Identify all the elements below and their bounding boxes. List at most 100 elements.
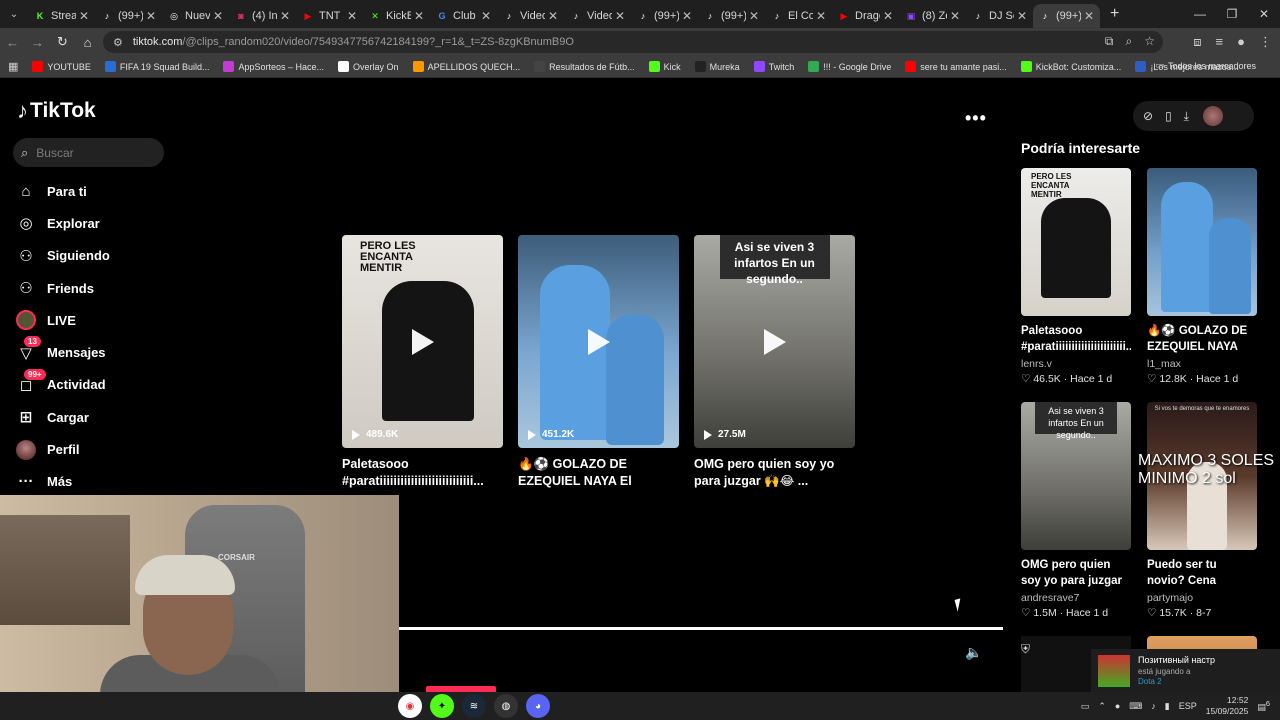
back-button[interactable]: ← — [0, 35, 25, 50]
search-input[interactable]: ⌕ Buscar — [13, 138, 164, 167]
recommended-thumbnail[interactable]: Asi se viven 3 infartos En un segundo.. — [1021, 402, 1131, 550]
more-options-icon[interactable]: ••• — [965, 108, 987, 129]
video-caption[interactable]: Paletasooo #paratiiiiiiiiiiiiiiiiiiiiiii… — [342, 456, 503, 490]
sidebar-item-profile[interactable]: Perfil — [16, 433, 176, 465]
recommended-caption[interactable]: OMG pero quien soy yo para juzgar 🙌... — [1021, 557, 1131, 589]
browser-tab[interactable]: ✕ KickB ✕ — [363, 4, 430, 28]
recommended-author[interactable]: andresrave7 — [1021, 592, 1131, 604]
tab-close-icon[interactable]: ✕ — [79, 9, 89, 23]
tab-close-icon[interactable]: ✕ — [146, 9, 156, 23]
notification-center-icon[interactable]: ▤6 — [1257, 699, 1270, 713]
bookmark-item[interactable]: AppSorteos – Hace... — [223, 61, 324, 72]
recommended-author[interactable]: partymajo — [1147, 592, 1257, 604]
reload-button[interactable]: ↻ — [50, 34, 75, 50]
bookmark-item[interactable]: Resultados de Fútb... — [534, 61, 635, 72]
recommended-caption[interactable]: 🔥⚽ GOLAZO DE EZEQUIEL NAYA El... — [1147, 323, 1257, 355]
recommended-video-1[interactable]: PERO LES ENCANTA MENTIR Paletasooo #para… — [1021, 168, 1131, 385]
sidebar-item-activity[interactable]: ◻ 99+ Actividad — [16, 368, 176, 401]
bookmark-item[interactable]: KickBot: Customiza... — [1020, 61, 1121, 72]
bookmark-item[interactable]: Overlay On — [338, 61, 399, 72]
browser-tab[interactable]: ♪ (99+) ✕ — [631, 4, 698, 28]
download-icon[interactable]: ⤓ — [1184, 109, 1189, 124]
profile-icon[interactable]: ● — [1237, 34, 1245, 50]
recommended-video-2[interactable]: 🔥⚽ GOLAZO DE EZEQUIEL NAYA El... l1_max … — [1147, 168, 1257, 385]
apps-grid-icon[interactable]: ▦ — [8, 60, 18, 73]
tab-close-icon[interactable]: ✕ — [414, 9, 424, 23]
network-icon[interactable]: ⌨ — [1129, 701, 1142, 712]
sidebar-item-upload[interactable]: ⊞ Cargar — [16, 401, 176, 433]
browser-tab[interactable]: ♪ Video ✕ — [564, 4, 631, 28]
tab-search-button[interactable]: ⌄ — [0, 0, 28, 28]
obs-taskbar-icon[interactable]: ◍ — [494, 694, 518, 718]
recommended-thumbnail[interactable] — [1147, 168, 1257, 316]
browser-tab[interactable]: K Stream✕ — [28, 4, 95, 28]
bookmark-item[interactable]: Kick — [648, 61, 681, 72]
chrome-taskbar-icon[interactable]: ◉ — [398, 694, 422, 718]
video-progress-bar[interactable] — [399, 627, 1003, 630]
tab-close-icon[interactable]: ✕ — [1084, 9, 1094, 23]
recommended-caption[interactable]: Puedo ser tu novio? Cena romántica 😍... — [1147, 557, 1257, 589]
user-avatar[interactable] — [1202, 106, 1223, 126]
bookmark-item[interactable]: !!! - Google Drive — [808, 61, 891, 72]
sidebar-item-home[interactable]: ⌂ Para ti — [16, 175, 176, 207]
video-card-1[interactable]: PERO LES ENCANTA MENTIR 489.6K Paletasoo… — [342, 235, 503, 490]
clock[interactable]: 12:52 15/09/2025 — [1206, 695, 1249, 717]
tab-close-icon[interactable]: ✕ — [682, 9, 692, 23]
tab-close-icon[interactable]: ✕ — [213, 9, 223, 23]
tab-close-icon[interactable]: ✕ — [749, 9, 759, 23]
browser-tab[interactable]: ♪ El Cor✕ — [765, 4, 832, 28]
bookmark-item[interactable]: YOUTUBE — [32, 61, 91, 72]
tab-close-icon[interactable]: ✕ — [883, 9, 893, 23]
bookmark-item[interactable]: Mureka — [694, 61, 740, 72]
forward-button[interactable]: → — [25, 35, 50, 50]
menu-icon[interactable]: ⋮ — [1259, 34, 1272, 50]
site-info-icon[interactable]: ⚙ — [113, 36, 123, 49]
browser-tab[interactable]: G Club L✕ — [430, 4, 497, 28]
sidebar-item-compass[interactable]: ◎ Explorar — [16, 207, 176, 239]
tab-close-icon[interactable]: ✕ — [1017, 9, 1027, 23]
sidebar-item-more[interactable]: ··· Más — [16, 466, 176, 498]
new-tab-button[interactable]: + — [1110, 5, 1119, 23]
extensions-icon[interactable]: ⧈ — [1193, 34, 1201, 50]
video-thumbnail[interactable]: PERO LES ENCANTA MENTIR 489.6K — [342, 235, 503, 448]
phone-icon[interactable]: ▯ — [1165, 109, 1172, 123]
install-app-icon[interactable]: ⧉ — [1105, 34, 1114, 49]
browser-tab[interactable]: ♪ (99+) ✕ — [95, 4, 162, 28]
tab-close-icon[interactable]: ✕ — [816, 9, 826, 23]
video-thumbnail[interactable]: 451.2K — [518, 235, 679, 448]
browser-tab[interactable]: ◎ Nueva✕ — [162, 4, 229, 28]
video-caption[interactable]: 🔥⚽ GOLAZO DE EZEQUIEL NAYA El delantero … — [518, 456, 679, 490]
browser-tab[interactable]: ♪ (99+) ✕ — [1033, 4, 1100, 28]
sidebar-item-messages[interactable]: ▽ 13 Mensajes — [16, 336, 176, 368]
video-thumbnail[interactable]: Asi se viven 3 infartos En un segundo.. … — [694, 235, 855, 448]
restore-button[interactable]: ❐ — [1216, 0, 1248, 28]
bookmark-item[interactable]: FIFA 19 Squad Build... — [104, 61, 209, 72]
sidebar-item-live[interactable]: LIVE — [16, 304, 176, 336]
steam-taskbar-icon[interactable]: ≋ — [462, 694, 486, 718]
recommended-author[interactable]: lenrs.v — [1021, 358, 1131, 370]
tray-icon[interactable]: ▭ — [1081, 701, 1090, 712]
zoom-icon[interactable]: ⌕ — [1126, 34, 1133, 49]
kick-taskbar-icon[interactable]: ✦ — [430, 694, 454, 718]
browser-tab[interactable]: ▶ TNT S✕ — [296, 4, 363, 28]
tab-close-icon[interactable]: ✕ — [481, 9, 491, 23]
recommended-video-3[interactable]: Asi se viven 3 infartos En un segundo.. … — [1021, 402, 1131, 619]
minimize-button[interactable]: — — [1184, 0, 1216, 28]
video-card-3[interactable]: Asi se viven 3 infartos En un segundo.. … — [694, 235, 855, 490]
media-icon[interactable]: ≡ — [1216, 34, 1224, 50]
volume-tray-icon[interactable]: ♪ — [1151, 701, 1156, 711]
browser-tab[interactable]: ▣ (8) Ze✕ — [899, 4, 966, 28]
browser-tab[interactable]: ◙ (4) Ins✕ — [229, 4, 296, 28]
recommended-video-4[interactable]: Si vos te demoras que te enamores Puedo … — [1147, 402, 1257, 619]
close-window-button[interactable]: ✕ — [1248, 0, 1280, 28]
bookmark-star-icon[interactable]: ☆ — [1144, 34, 1155, 49]
browser-tab[interactable]: ♪ DJ Se✕ — [966, 4, 1033, 28]
volume-icon[interactable]: 🔈 — [965, 644, 982, 661]
home-button[interactable]: ⌂ — [75, 35, 100, 50]
tab-close-icon[interactable]: ✕ — [347, 9, 357, 23]
language-indicator[interactable]: ESP — [1179, 701, 1197, 711]
tab-close-icon[interactable]: ✕ — [950, 9, 960, 23]
browser-tab[interactable]: ▶ Drago✕ — [832, 4, 899, 28]
recommended-author[interactable]: l1_max — [1147, 358, 1257, 370]
discord-taskbar-icon[interactable]: ◕ — [526, 694, 550, 718]
